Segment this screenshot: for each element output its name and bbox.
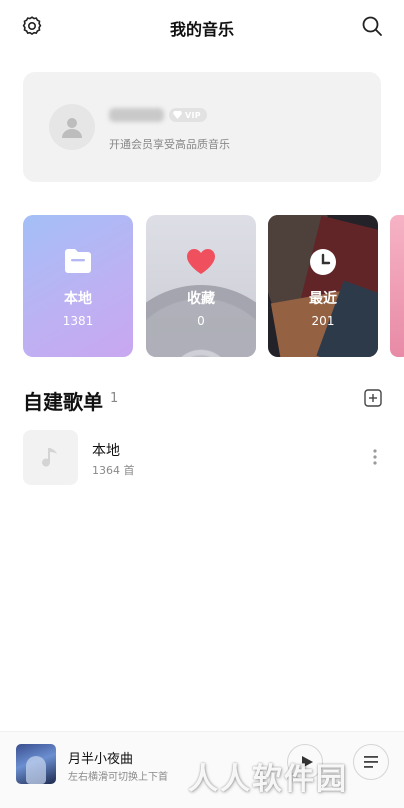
playlist-song-count: 1364 首 xyxy=(92,464,135,477)
queue-list-icon xyxy=(364,756,378,768)
card-count: 201 xyxy=(311,314,335,328)
plus-square-icon xyxy=(364,389,382,407)
search-icon[interactable] xyxy=(360,14,384,38)
playlist-thumbnail xyxy=(23,430,78,485)
card-recent[interactable]: 最近 201 xyxy=(268,215,378,357)
card-label: 本地 xyxy=(64,291,92,307)
avatar[interactable] xyxy=(49,104,95,150)
card-favorites[interactable]: 收藏 0 xyxy=(146,215,256,357)
card-local[interactable]: 本地 1381 xyxy=(23,215,133,357)
section-count: 1 xyxy=(110,391,119,406)
list-item[interactable]: 本地 1364 首 xyxy=(23,430,383,486)
more-options-icon[interactable] xyxy=(372,447,378,467)
song-title: 月半小夜曲 xyxy=(68,752,134,767)
card-next-peek[interactable] xyxy=(390,215,404,357)
card-label: 最近 xyxy=(309,291,337,307)
playlist-name: 本地 xyxy=(92,443,120,459)
heart-icon xyxy=(187,249,215,274)
add-playlist-button[interactable] xyxy=(364,389,382,407)
page-title: 我的音乐 xyxy=(169,20,234,39)
vip-label: VIP xyxy=(185,110,201,120)
watermark: 人人软件园 xyxy=(188,762,348,797)
card-count: 0 xyxy=(197,314,205,328)
folder-icon xyxy=(65,249,91,273)
membership-subtitle: 开通会员享受高品质音乐 xyxy=(109,138,230,151)
card-label: 收藏 xyxy=(187,291,215,307)
category-cards: 本地 1381 收藏 0 最近 201 xyxy=(23,215,404,357)
user-icon xyxy=(62,118,82,138)
clock-icon xyxy=(310,249,336,275)
playlist-queue-button[interactable] xyxy=(353,744,389,780)
vip-badge[interactable]: VIP xyxy=(169,108,207,122)
diamond-icon xyxy=(173,111,182,119)
music-note-icon xyxy=(42,448,57,467)
top-bar: 我的音乐 xyxy=(0,0,404,56)
username-blurred xyxy=(109,108,164,122)
card-count: 1381 xyxy=(62,314,94,328)
section-title: 自建歌单 xyxy=(23,390,103,414)
profile-card[interactable]: VIP 开通会员享受高品质音乐 xyxy=(23,72,381,182)
album-cover[interactable] xyxy=(16,744,56,784)
swipe-hint: 左右横滑可切换上下首 xyxy=(68,772,168,783)
